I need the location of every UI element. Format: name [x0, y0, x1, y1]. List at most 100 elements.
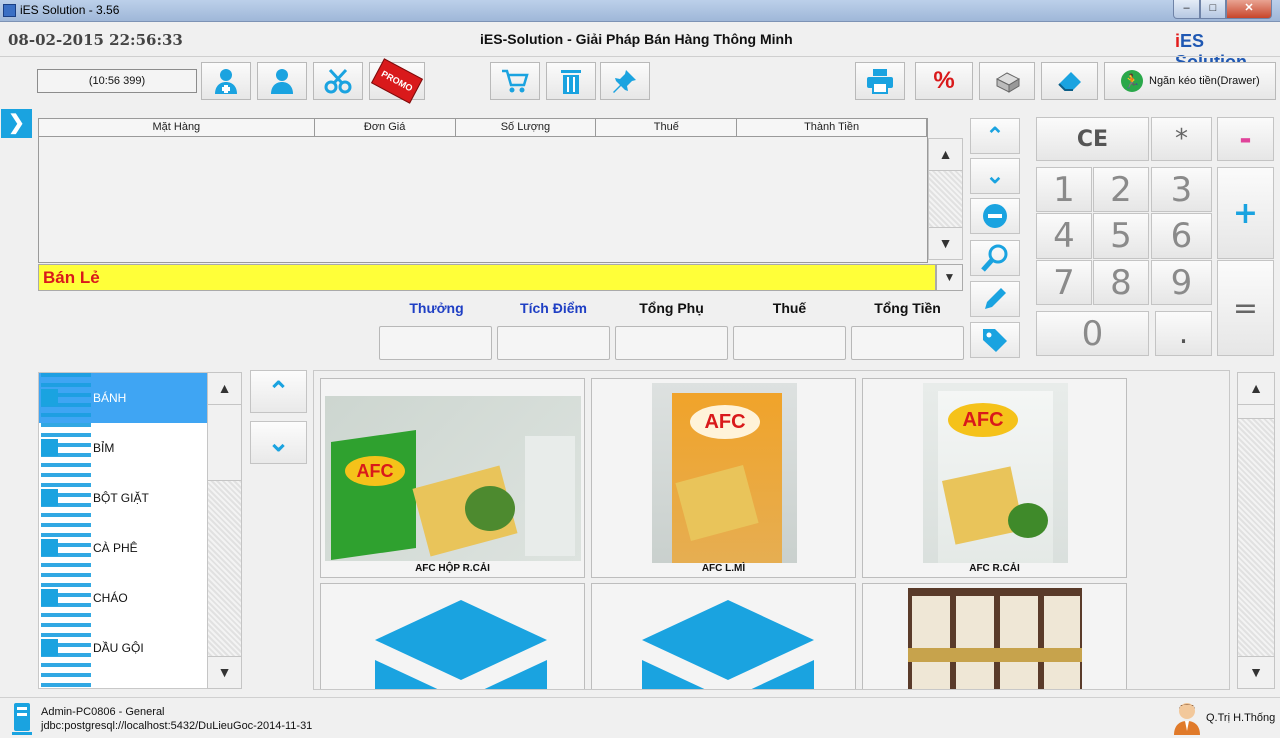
key-4[interactable]: 4 — [1036, 213, 1092, 259]
delete-button[interactable] — [546, 62, 596, 100]
category-label: BỈM — [93, 441, 115, 455]
close-button[interactable]: ✕ — [1226, 0, 1272, 19]
window-title: iES Solution - 3.56 — [20, 3, 120, 17]
receipt-printer-button[interactable] — [979, 62, 1035, 100]
total-field[interactable] — [851, 326, 964, 360]
promo-button[interactable]: PROMO — [369, 58, 425, 104]
promo-tag-icon: PROMO — [371, 58, 423, 104]
search-button[interactable] — [970, 240, 1020, 276]
key-2[interactable]: 2 — [1093, 167, 1149, 212]
scroll-down-arrow[interactable]: ▼ — [1238, 656, 1274, 688]
grid-scrollbar[interactable]: ▲ ▼ — [928, 138, 963, 260]
col-header-item[interactable]: Mặt Hàng — [39, 119, 315, 136]
minimize-button[interactable]: – — [1173, 0, 1200, 19]
subtotal-label: Tổng Phụ — [639, 300, 704, 316]
cut-button[interactable] — [313, 62, 363, 100]
category-label: BỘT GIẶT — [93, 491, 149, 505]
maximize-button[interactable]: □ — [1200, 0, 1226, 19]
app-title: iES-Solution - Giải Pháp Bán Hàng Thông … — [480, 31, 793, 47]
runner-icon: 🏃 — [1121, 70, 1143, 92]
move-up-button[interactable]: ⌃ — [970, 118, 1020, 154]
price-type-dropdown-button[interactable]: ▼ — [936, 264, 963, 291]
category-page-up-button[interactable]: ⌃ — [250, 370, 307, 413]
drawer-button[interactable]: 🏃 Ngăn kéo tiền(Drawer) — [1104, 62, 1276, 100]
key-8[interactable]: 8 — [1093, 260, 1149, 305]
category-label: BÁNH — [93, 391, 127, 405]
timer-display: (10:56 399) — [37, 69, 197, 93]
price-type-select[interactable]: Bán Lẻ — [38, 264, 936, 291]
key-6[interactable]: 6 — [1151, 213, 1212, 259]
drawer-label: Ngăn kéo tiền(Drawer) — [1149, 75, 1260, 87]
key-7[interactable]: 7 — [1036, 260, 1092, 305]
session-info: Admin-PC0806 - General — [41, 706, 165, 718]
key-0[interactable]: 0 — [1036, 311, 1149, 356]
divider — [0, 56, 1280, 57]
pin-button[interactable] — [600, 62, 650, 100]
customer-button[interactable] — [257, 62, 307, 100]
cart-button[interactable] — [490, 62, 540, 100]
scroll-up-arrow[interactable]: ▲ — [208, 373, 241, 405]
product-scrollbar[interactable]: ▲ ▼ — [1237, 372, 1275, 689]
edit-button[interactable] — [970, 281, 1020, 317]
ce-key[interactable]: CE — [1036, 117, 1149, 161]
points-field[interactable] — [497, 326, 610, 360]
minus-key[interactable]: - — [1217, 117, 1274, 161]
category-item[interactable]: BỈM — [39, 423, 207, 473]
scroll-down-arrow[interactable]: ▼ — [929, 227, 962, 259]
printer-icon — [867, 69, 893, 94]
scroll-thumb[interactable] — [208, 405, 241, 481]
user-icon — [271, 69, 293, 94]
product-image: AFC — [923, 383, 1068, 573]
scroll-thumb[interactable] — [1238, 405, 1274, 419]
product-tile[interactable]: AFC AFC R.CẢI — [862, 378, 1127, 578]
key-1[interactable]: 1 — [1036, 167, 1092, 212]
add-user-icon — [215, 69, 237, 94]
scroll-down-arrow[interactable]: ▼ — [208, 656, 241, 688]
category-item[interactable]: BỘT GIẶT — [39, 473, 207, 523]
category-list: BÁNH BỈM BỘT GIẶT CÀ PHÊ CHÁO DẦU GỘI — [38, 372, 208, 689]
col-header-price[interactable]: Đơn Giá — [315, 119, 456, 136]
minus-circle-icon — [983, 204, 1007, 228]
category-scrollbar[interactable]: ▲ ▼ — [207, 372, 242, 689]
product-tile[interactable] — [320, 583, 585, 689]
tax-field[interactable] — [733, 326, 846, 360]
col-header-qty[interactable]: Số Lượng — [456, 119, 597, 136]
scroll-up-arrow[interactable]: ▲ — [929, 139, 962, 171]
price-type-value: Bán Lẻ — [43, 268, 100, 287]
product-tile[interactable]: AFC AFC L.MÌ — [591, 378, 856, 578]
print-button[interactable] — [855, 62, 905, 100]
product-tile[interactable]: AFC AFC HỘP R.CẢI — [320, 378, 585, 578]
key-3[interactable]: 3 — [1151, 167, 1212, 212]
category-page-down-button[interactable]: ⌄ — [250, 421, 307, 464]
category-item[interactable] — [39, 673, 207, 688]
product-name: AFC R.CẢI — [863, 563, 1126, 574]
category-item[interactable]: CHÁO — [39, 573, 207, 623]
sidebar-toggle-button[interactable]: ❯ — [1, 109, 32, 138]
product-tile[interactable] — [862, 583, 1127, 689]
key-5[interactable]: 5 — [1093, 213, 1149, 259]
category-item[interactable]: BÁNH — [39, 373, 207, 423]
category-label: DẦU GỘI — [93, 641, 144, 655]
eraser-button[interactable] — [1041, 62, 1098, 100]
discount-button[interactable]: % — [915, 62, 973, 100]
remove-line-button[interactable] — [970, 198, 1020, 234]
scroll-up-arrow[interactable]: ▲ — [1238, 373, 1274, 405]
add-customer-button[interactable] — [201, 62, 251, 100]
col-header-amount[interactable]: Thành Tiền — [737, 119, 927, 136]
plus-key[interactable]: + — [1217, 167, 1274, 259]
product-tile[interactable] — [591, 583, 856, 689]
decimal-key[interactable]: . — [1155, 311, 1212, 356]
category-item[interactable]: DẦU GỘI — [39, 623, 207, 673]
subtotal-field[interactable] — [615, 326, 728, 360]
equals-key[interactable]: = — [1217, 260, 1274, 356]
move-down-button[interactable]: ⌄ — [970, 158, 1020, 194]
total-label: Tổng Tiền — [874, 300, 941, 316]
key-9[interactable]: 9 — [1151, 260, 1212, 305]
category-item[interactable]: CÀ PHÊ — [39, 523, 207, 573]
multiply-key[interactable]: * — [1151, 117, 1212, 161]
col-header-tax[interactable]: Thuế — [596, 119, 738, 136]
tag-button[interactable] — [970, 322, 1020, 358]
title-bar: iES Solution - 3.56 — [0, 0, 1280, 22]
status-bar: Admin-PC0806 - General jdbc:postgresql:/… — [0, 697, 1280, 738]
bonus-field[interactable] — [379, 326, 492, 360]
